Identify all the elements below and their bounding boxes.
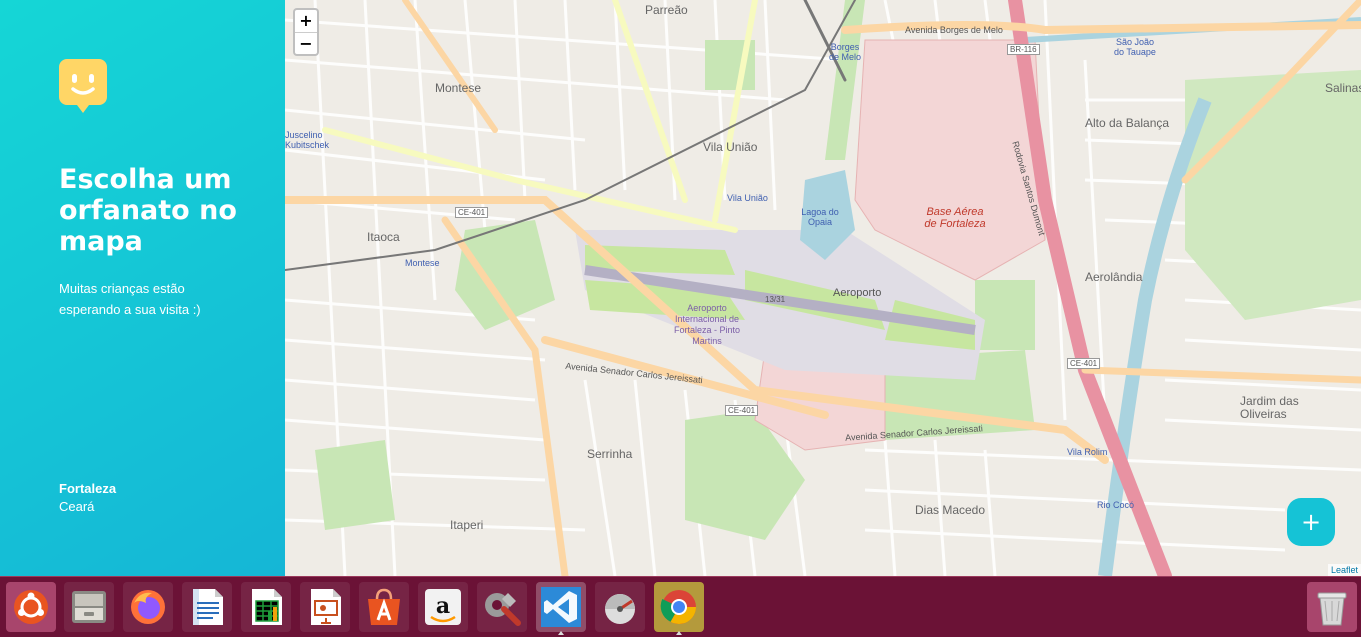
- zoom-in-button[interactable]: +: [295, 10, 317, 32]
- libreoffice-impress-icon[interactable]: [300, 582, 350, 632]
- sidebar: Escolha um orfanato no mapa Muitas crian…: [0, 0, 285, 576]
- libreoffice-writer-icon[interactable]: [182, 582, 232, 632]
- leaflet-attribution-link[interactable]: Leaflet: [1327, 564, 1361, 576]
- map-label-av-borges-melo: Avenida Borges de Melo: [905, 25, 1003, 35]
- map-label-vila-uniao-station: Vila União: [727, 193, 768, 203]
- trash-icon[interactable]: [1307, 582, 1357, 632]
- map-label-salinas: Salinas: [1325, 81, 1361, 95]
- map-label-juscelino: Juscelino Kubitschek: [285, 130, 330, 150]
- map-container[interactable]: Parreão Montese Vila União Vila União It…: [285, 0, 1361, 576]
- zoom-control: + −: [293, 8, 319, 56]
- software-center-icon[interactable]: [359, 582, 409, 632]
- ubuntu-dock: a: [0, 576, 1361, 637]
- map-label-itaoca: Itaoca: [367, 230, 400, 244]
- state-name: Ceará: [59, 499, 95, 514]
- map-label-aerolandia: Aerolândia: [1085, 270, 1143, 284]
- map-label-itaperi: Itaperi: [450, 518, 484, 532]
- app-window: Escolha um orfanato no mapa Muitas crian…: [0, 0, 1361, 576]
- files-icon[interactable]: [64, 582, 114, 632]
- map-label-vila-uniao: Vila União: [703, 140, 758, 154]
- map-label-aeroporto: Aeroporto: [833, 287, 882, 299]
- map-label-serrinha: Serrinha: [587, 447, 633, 461]
- zoom-out-button[interactable]: −: [295, 32, 317, 54]
- map-label-borges-melo: Borges de Melo: [828, 42, 862, 62]
- map-label-ce401-a: CE-401: [455, 207, 489, 218]
- map-label-vila-rolim: Vila Rolim: [1067, 447, 1108, 457]
- libreoffice-calc-icon[interactable]: [241, 582, 291, 632]
- map-label-alto-balanca: Alto da Balança: [1085, 116, 1170, 130]
- location-info: Fortaleza Ceará: [59, 480, 116, 516]
- map-label-jardim-oliveiras: Jardim das Oliveiras: [1240, 394, 1299, 421]
- map-label-lagoa: Lagoa do Opaia: [801, 207, 839, 227]
- add-orphanage-button[interactable]: +: [1287, 498, 1335, 546]
- map-label-rio-coco: Rio Cocó: [1097, 500, 1135, 510]
- happy-logo-icon: [59, 59, 107, 113]
- map-label-runway: 13/31: [765, 295, 786, 304]
- amazon-icon[interactable]: a: [418, 582, 468, 632]
- map-label-ce401-c: CE-401: [1067, 358, 1101, 369]
- map-label-montese: Montese: [405, 258, 440, 268]
- firefox-icon[interactable]: [123, 582, 173, 632]
- map-label-montese-top: Montese: [435, 81, 482, 95]
- map-label-dias-macedo: Dias Macedo: [915, 503, 986, 517]
- city-name: Fortaleza: [59, 481, 117, 496]
- vscode-icon[interactable]: [536, 582, 586, 635]
- ubuntu-dash-icon[interactable]: [6, 582, 56, 632]
- map-label-base-aerea: Base Aérea de Fortaleza: [924, 206, 986, 230]
- page-title: Escolha um orfanato no mapa: [59, 164, 237, 257]
- map-label-aeroporto-intl: Aeroporto Internacional de Fortaleza - P…: [673, 303, 741, 346]
- map-label-sao-joao-tauape: São João do Tauape: [1114, 37, 1156, 57]
- system-settings-icon[interactable]: [477, 582, 527, 632]
- svg-text:a: a: [436, 593, 450, 619]
- update-manager-icon[interactable]: [595, 582, 645, 632]
- page-subtitle: Muitas crianças estão esperando a sua vi…: [59, 281, 201, 317]
- map-label-br116: BR-116: [1007, 44, 1040, 55]
- map-label-ce401-b: CE-401: [725, 405, 759, 416]
- chrome-icon[interactable]: [654, 582, 704, 635]
- map-label-parreao: Parreão: [645, 3, 688, 17]
